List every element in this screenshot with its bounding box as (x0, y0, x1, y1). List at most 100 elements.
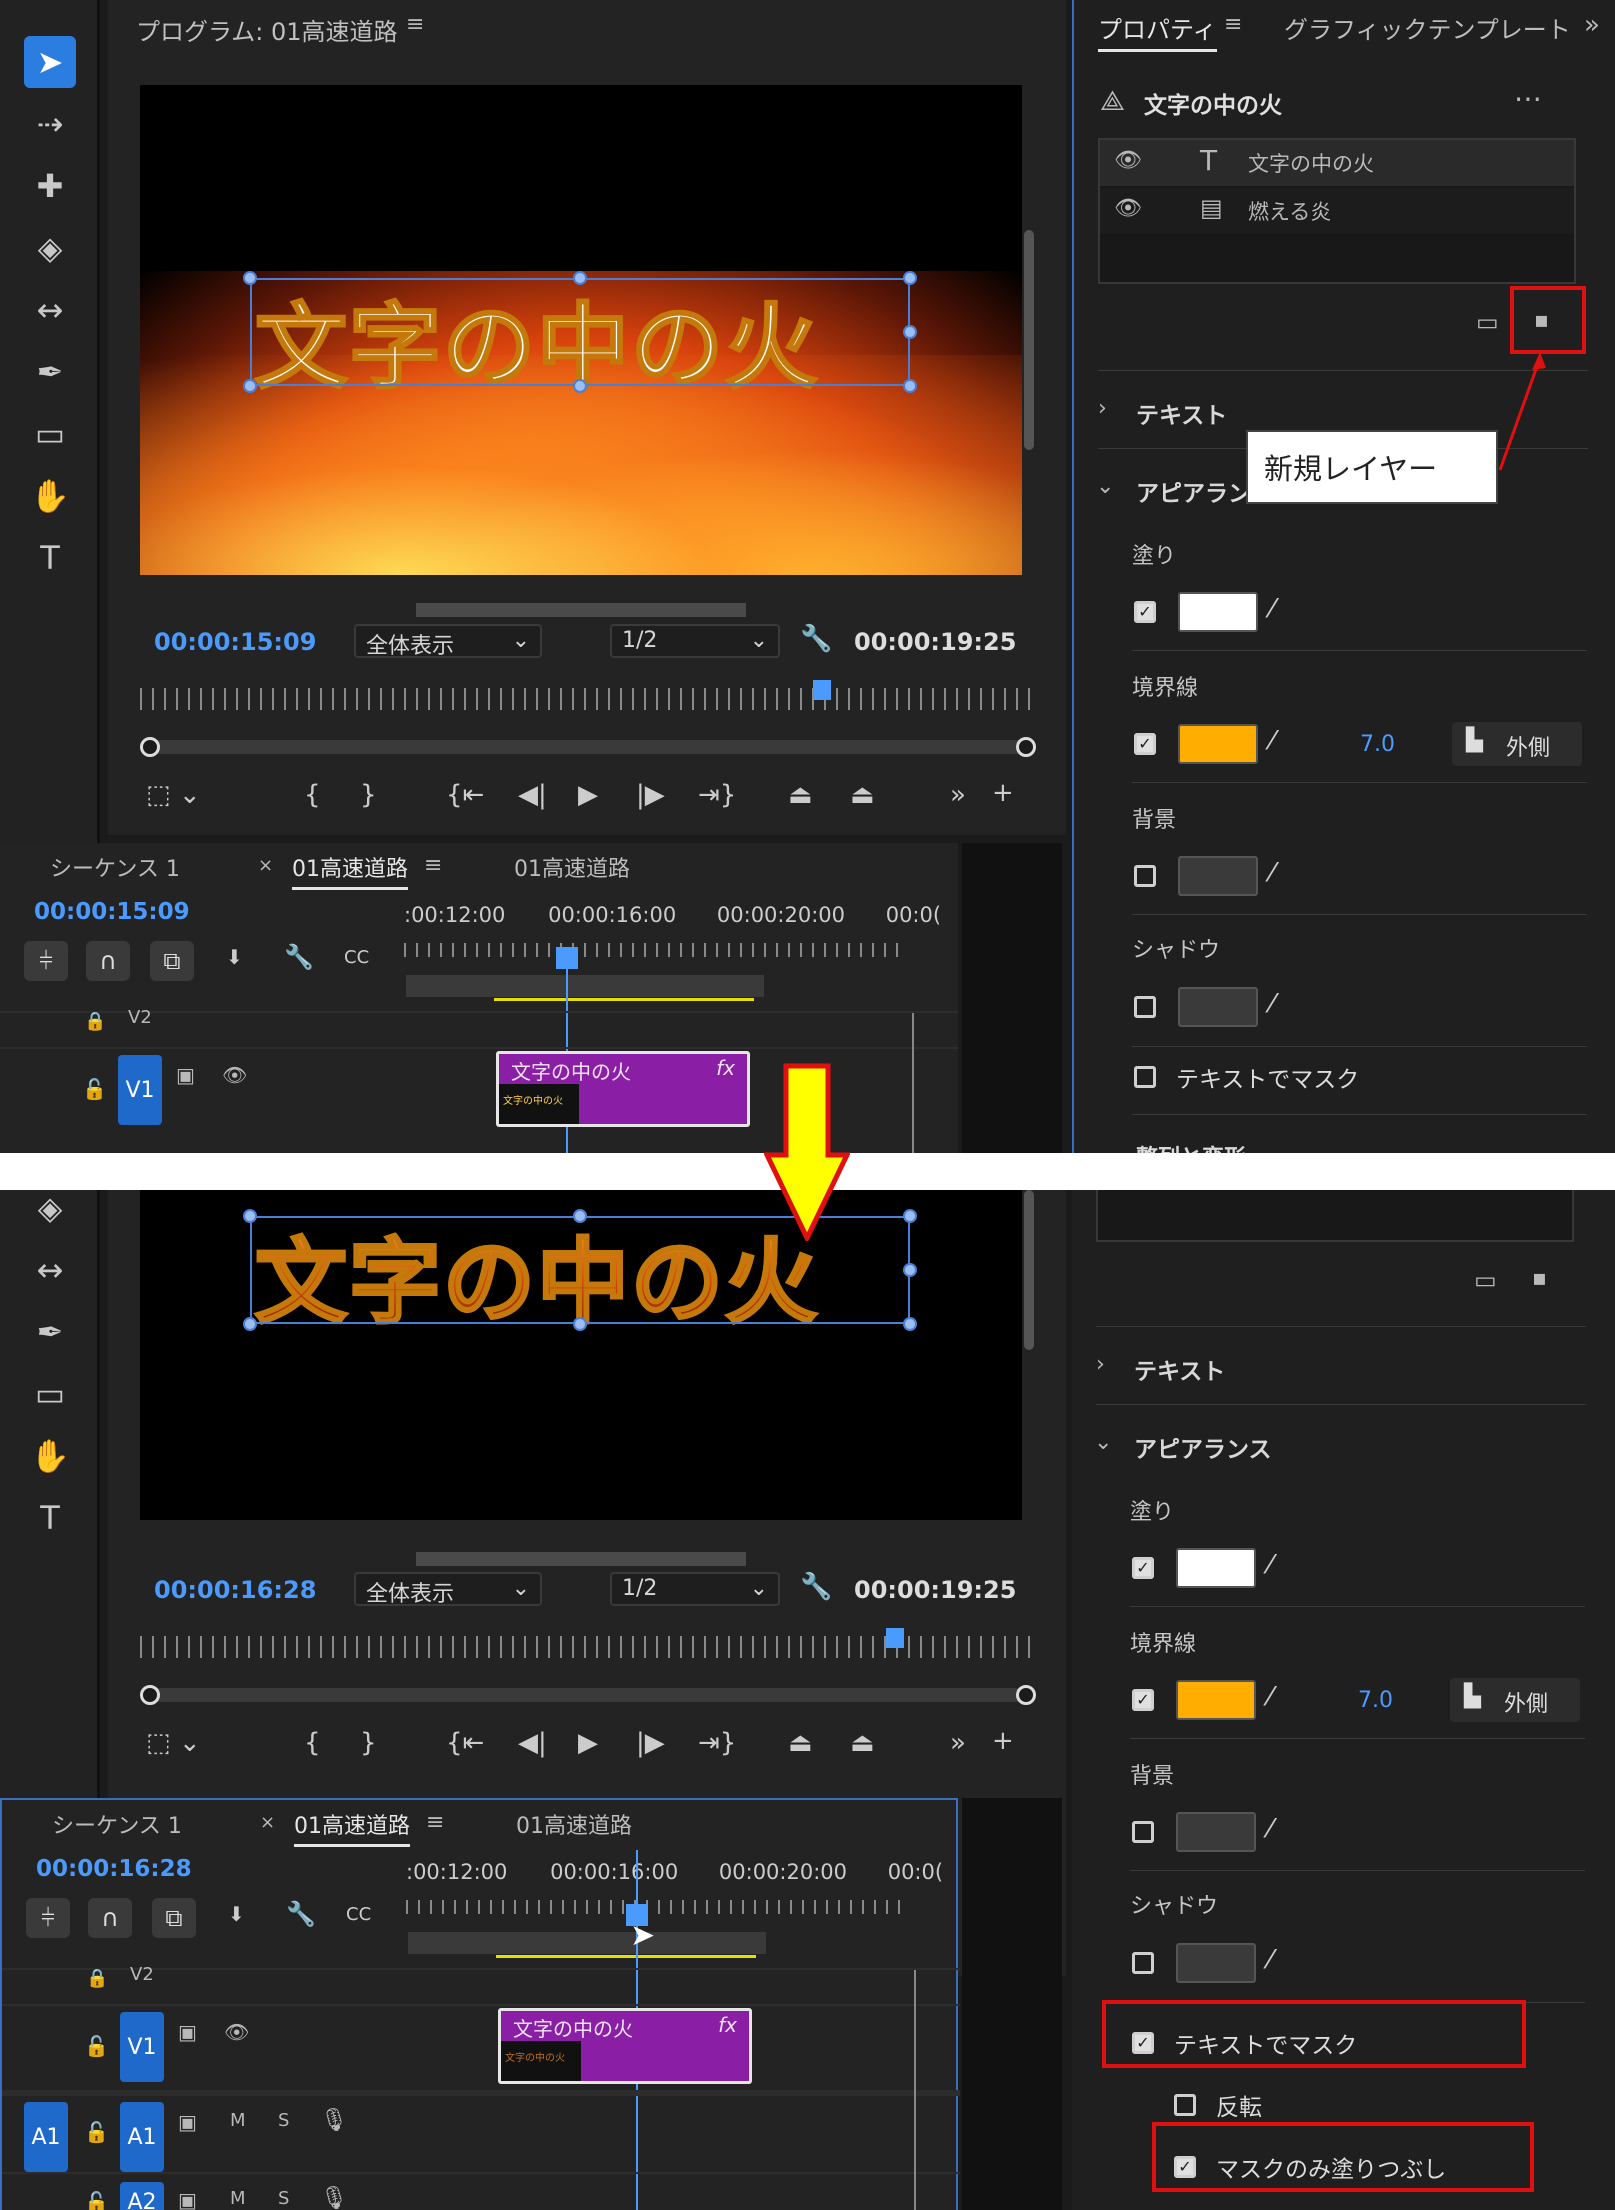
rectangle-tool-icon[interactable]: ▭ (24, 1368, 76, 1420)
stroke-color-swatch[interactable] (1176, 1680, 1256, 1720)
work-area-bar[interactable] (408, 1932, 766, 1954)
tab-highway[interactable]: 01高速道路 (514, 851, 630, 883)
chevron-down-icon[interactable]: ⌄ (1094, 1430, 1112, 1455)
chevron-down-icon[interactable]: ⌄ (1096, 474, 1114, 499)
appearance-section[interactable]: アピアランス (1134, 1430, 1272, 1464)
step-forward-icon[interactable]: |▶ (636, 780, 665, 810)
eyedropper-icon[interactable]: ⁄ (1268, 1945, 1272, 1975)
fill-checkbox[interactable]: ✓ (1134, 601, 1156, 623)
track-v1-head[interactable]: V1 (120, 2012, 164, 2082)
track-scrollbar[interactable] (914, 1970, 928, 2210)
lock-icon[interactable]: 🔓 (82, 1077, 107, 1101)
background-checkbox[interactable] (1134, 865, 1156, 887)
add-button-icon[interactable]: + (992, 778, 1014, 808)
vertical-scrollbar[interactable] (1024, 230, 1034, 450)
step-back-icon[interactable]: ◀| (518, 780, 547, 810)
microphone-icon[interactable]: 🎙 (320, 2108, 348, 2133)
eye-icon[interactable]: 👁 (1114, 196, 1142, 221)
go-to-in-icon[interactable]: {⇤ (446, 780, 484, 810)
play-icon[interactable]: ▶ (578, 1728, 598, 1758)
fill-color-swatch[interactable] (1178, 592, 1258, 632)
lock-icon[interactable]: 🔒 (84, 1011, 106, 1032)
film-icon[interactable]: ▣ (176, 1063, 195, 1087)
playhead-marker[interactable] (813, 680, 831, 700)
lock-icon[interactable]: 🔓 (84, 2034, 109, 2058)
graphic-clip[interactable]: 文字の中の火 fx 文字の中の火 (496, 1051, 750, 1127)
time-ruler[interactable] (140, 1636, 1040, 1658)
horizontal-scrollbar[interactable] (416, 1552, 746, 1566)
eyedropper-icon[interactable]: ⁄ (1270, 858, 1274, 888)
background-color-swatch[interactable] (1178, 856, 1258, 896)
layer-row-clip[interactable]: 👁 ▤ 燃える炎 (1100, 188, 1574, 234)
track-select-tool-icon[interactable]: ⇢ (24, 98, 76, 150)
more-tabs-icon[interactable]: » (1584, 10, 1600, 40)
background-checkbox[interactable] (1132, 1821, 1154, 1843)
slip-tool-icon[interactable]: ↔ (24, 284, 76, 336)
settings-wrench-icon[interactable]: 🔧 (286, 1900, 316, 1928)
selection-tool-icon[interactable]: ➤ (24, 36, 76, 88)
track-v1-head[interactable]: V1 (118, 1055, 162, 1125)
source-a1[interactable]: A1 (24, 2102, 68, 2172)
resolution-dropdown[interactable]: 1/2 ⌄ (610, 1572, 780, 1606)
mask-with-text-checkbox[interactable] (1134, 1066, 1156, 1088)
zoom-dropdown[interactable]: 全体表示 ⌄ (354, 1572, 542, 1607)
wrench-icon[interactable]: 🔧 (800, 1572, 832, 1602)
work-area-bar[interactable] (406, 975, 764, 997)
time-ruler[interactable] (140, 688, 1040, 710)
pen-tool-icon[interactable]: ✒ (24, 1306, 76, 1358)
new-layer-icon[interactable]: ▪ (1532, 1266, 1547, 1291)
stroke-color-swatch[interactable] (1178, 724, 1258, 764)
timeline-timecode[interactable]: 00:00:15:09 (34, 899, 190, 925)
step-back-icon[interactable]: ◀| (518, 1728, 547, 1758)
linked-selection-icon[interactable]: ⧉ (150, 941, 194, 981)
tab-sequence1[interactable]: シーケンス 1 (50, 851, 180, 883)
stroke-width-value[interactable]: 7.0 (1358, 1688, 1393, 1713)
zoom-dropdown[interactable]: 全体表示 ⌄ (354, 624, 542, 659)
timeline-timecode[interactable]: 00:00:16:28 (36, 1856, 192, 1882)
mark-out-icon[interactable]: } (360, 1728, 377, 1758)
stroke-checkbox[interactable]: ✓ (1132, 1689, 1154, 1711)
eyedropper-icon[interactable]: ⁄ (1268, 1814, 1272, 1844)
graphic-clip[interactable]: 文字の中の火 fx 文字の中の火 (498, 2008, 752, 2084)
mute-button[interactable]: M (230, 2110, 246, 2131)
marker-icon[interactable]: ⬇ (228, 1902, 245, 1926)
rectangle-tool-icon[interactable]: ▭ (24, 408, 76, 460)
eye-icon[interactable]: 👁 (222, 1063, 247, 1087)
tab-menu-icon[interactable]: ≡ (426, 1810, 444, 1835)
settings-wrench-icon[interactable]: 🔧 (284, 943, 314, 971)
captions-icon[interactable]: CC (346, 1904, 371, 1925)
tab-graphic-templates[interactable]: グラフィックテンプレート (1284, 10, 1576, 45)
go-to-out-icon[interactable]: ⇥} (698, 1728, 736, 1758)
track-scrollbar[interactable] (912, 1013, 926, 1153)
align-transform-section[interactable]: 整列と変形 (1136, 1140, 1246, 1153)
shadow-checkbox[interactable] (1134, 996, 1156, 1018)
fill-color-swatch[interactable] (1176, 1548, 1256, 1588)
razor-tool-icon[interactable]: ◈ (24, 222, 76, 274)
tab-highway[interactable]: 01高速道路 (516, 1808, 632, 1840)
nest-toggle-icon[interactable]: ⫩ (26, 1898, 70, 1938)
tab-highway-active[interactable]: 01高速道路 (294, 1808, 410, 1847)
lock-icon[interactable]: 🔓 (84, 2190, 109, 2210)
razor-tool-icon[interactable]: ◈ (24, 1190, 76, 1234)
pen-tool-icon[interactable]: ✒ (24, 346, 76, 398)
solo-button[interactable]: S (278, 2188, 289, 2209)
resolution-dropdown[interactable]: 1/2 ⌄ (610, 624, 780, 658)
film-icon[interactable]: ▣ (178, 2110, 197, 2134)
video-frame[interactable]: 文字の中の火 (140, 85, 1022, 575)
track-a2-head[interactable]: A2 (120, 2182, 164, 2210)
playhead-marker[interactable] (886, 1628, 904, 1648)
lift-icon[interactable]: ⏏ (788, 1728, 813, 1758)
hand-tool-icon[interactable]: ✋ (24, 470, 76, 522)
background-color-swatch[interactable] (1176, 1812, 1256, 1852)
play-icon[interactable]: ▶ (578, 780, 598, 810)
panel-menu-icon[interactable]: ≡ (1224, 12, 1242, 37)
captions-icon[interactable]: CC (344, 947, 369, 968)
add-button-icon[interactable]: + (992, 1726, 1014, 1756)
eye-icon[interactable]: 👁 (224, 2020, 249, 2044)
text-bounding-box[interactable] (250, 278, 910, 386)
folder-icon[interactable]: ▭ (1476, 308, 1499, 336)
video-frame[interactable]: 文字の中の火 (140, 1190, 1022, 1520)
eye-icon[interactable]: 👁 (1114, 148, 1142, 173)
mark-in-icon[interactable]: { (304, 1728, 321, 1758)
shadow-color-swatch[interactable] (1176, 1943, 1256, 1983)
